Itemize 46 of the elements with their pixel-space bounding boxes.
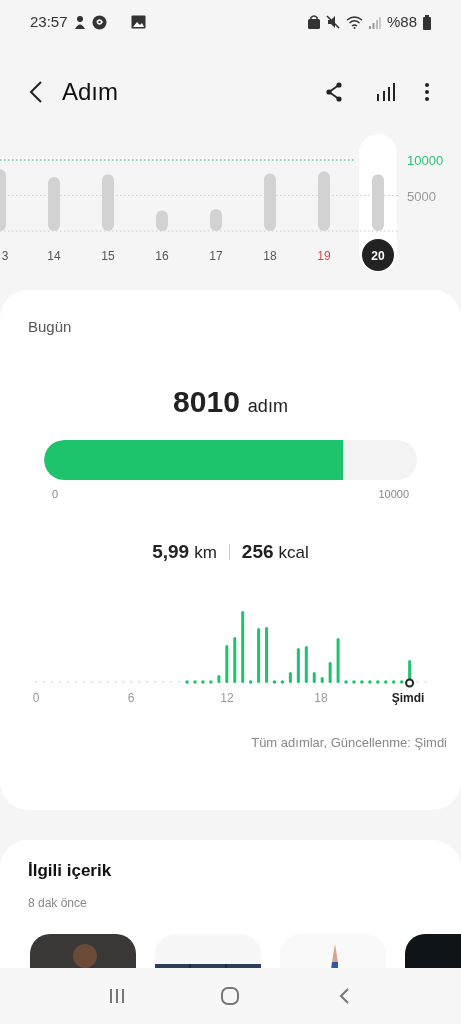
recent-apps-icon <box>108 988 125 1004</box>
page-title: Adım <box>62 77 118 107</box>
wifi-icon <box>345 15 363 29</box>
section-title: İlgili içerik <box>28 860 113 882</box>
progress-max-label: 10000 <box>378 486 409 502</box>
clock: 23:57 <box>30 11 68 32</box>
back-icon <box>29 80 43 104</box>
day-label[interactable]: 19 <box>317 248 331 263</box>
axis-label: 5000 <box>407 188 436 204</box>
calories-unit: kcal <box>278 541 309 564</box>
step-unit: adım <box>247 394 288 418</box>
distance: 5,99 <box>152 540 190 564</box>
progress-min-label: 0 <box>52 486 59 502</box>
distance-unit: km <box>194 541 217 564</box>
notification-icon <box>73 15 86 29</box>
time-axis-label: 6 <box>127 689 135 707</box>
share-icon <box>325 82 343 102</box>
time-axis-label: Şimdi <box>391 689 425 707</box>
signal-icon <box>368 15 381 29</box>
app-icon <box>91 14 107 30</box>
day-label[interactable]: 15 <box>101 248 115 263</box>
section-time: 8 dak önce <box>28 894 88 912</box>
time-axis-label: 18 <box>314 689 328 707</box>
battery-percentage: %88 <box>386 11 417 32</box>
more-icon <box>425 83 429 101</box>
update-note: Tüm adımlar, Güncellenme: Şimdi <box>250 733 447 752</box>
home-icon <box>221 987 240 1005</box>
lock-icon <box>307 15 320 29</box>
step-count: 8010 <box>173 383 240 420</box>
bar-chart-icon <box>376 83 396 101</box>
time-axis-label: 12 <box>220 689 234 707</box>
time-axis-label: 0 <box>32 689 40 707</box>
day-label[interactable]: 14 <box>47 248 61 263</box>
day-label[interactable]: 3 <box>1 248 9 263</box>
day-label[interactable]: 17 <box>209 248 223 263</box>
image-icon <box>130 15 146 29</box>
day-label[interactable]: 16 <box>155 248 169 263</box>
back-icon <box>339 988 350 1004</box>
day-label[interactable]: 18 <box>263 248 277 263</box>
mute-icon <box>325 15 340 29</box>
calories: 256 <box>241 540 274 564</box>
card-heading: Bugün <box>28 317 73 337</box>
battery-icon <box>423 14 431 30</box>
selected-day-marker[interactable] <box>362 239 394 271</box>
day-label[interactable]: 20 <box>371 248 385 263</box>
axis-label: 10000 <box>407 153 444 168</box>
